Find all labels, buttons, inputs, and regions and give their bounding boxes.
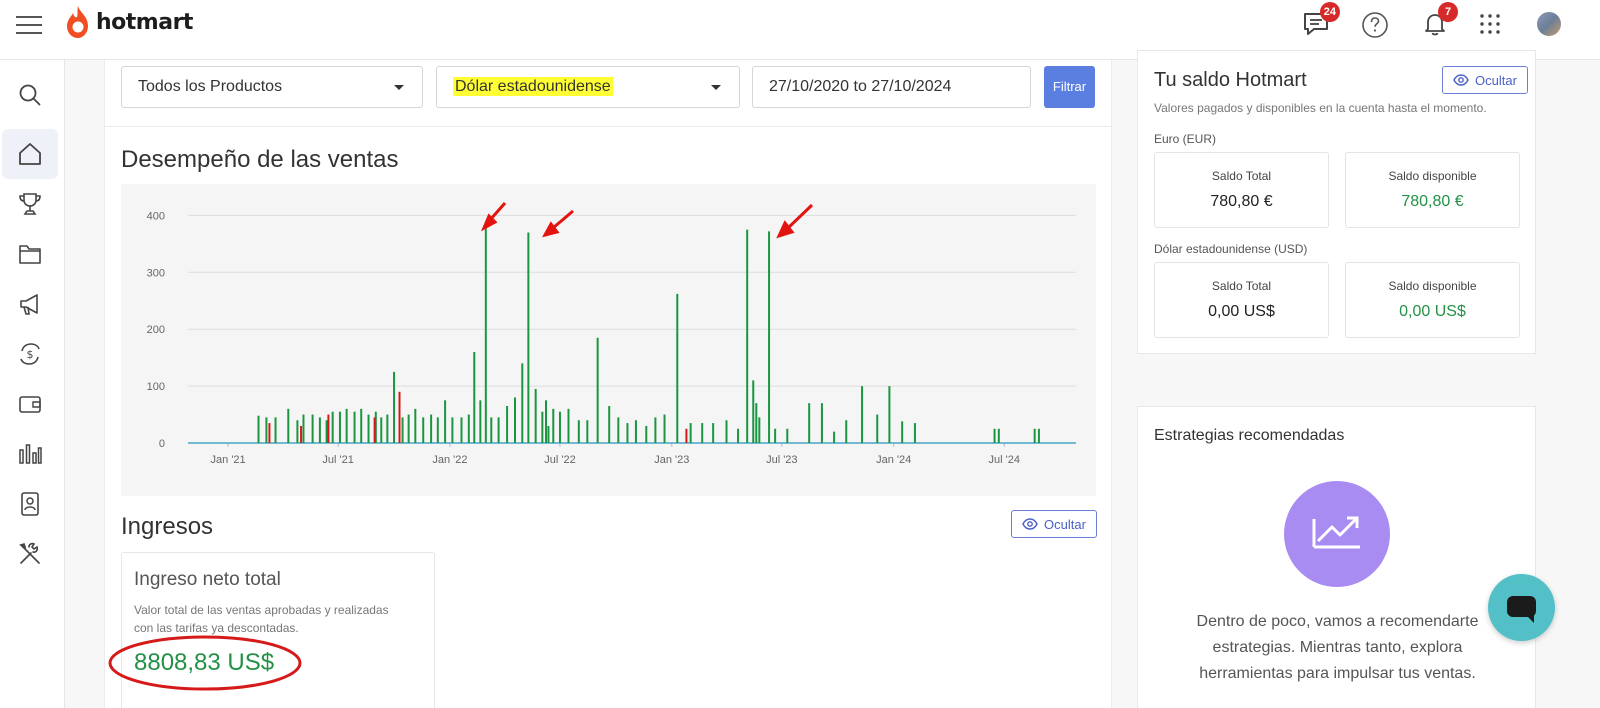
red-circle-highlight	[108, 635, 302, 691]
red-arrow-icon	[480, 202, 507, 232]
annotation-overlay	[108, 202, 814, 691]
red-arrow-icon	[542, 209, 574, 238]
red-arrow-icon	[776, 203, 814, 239]
